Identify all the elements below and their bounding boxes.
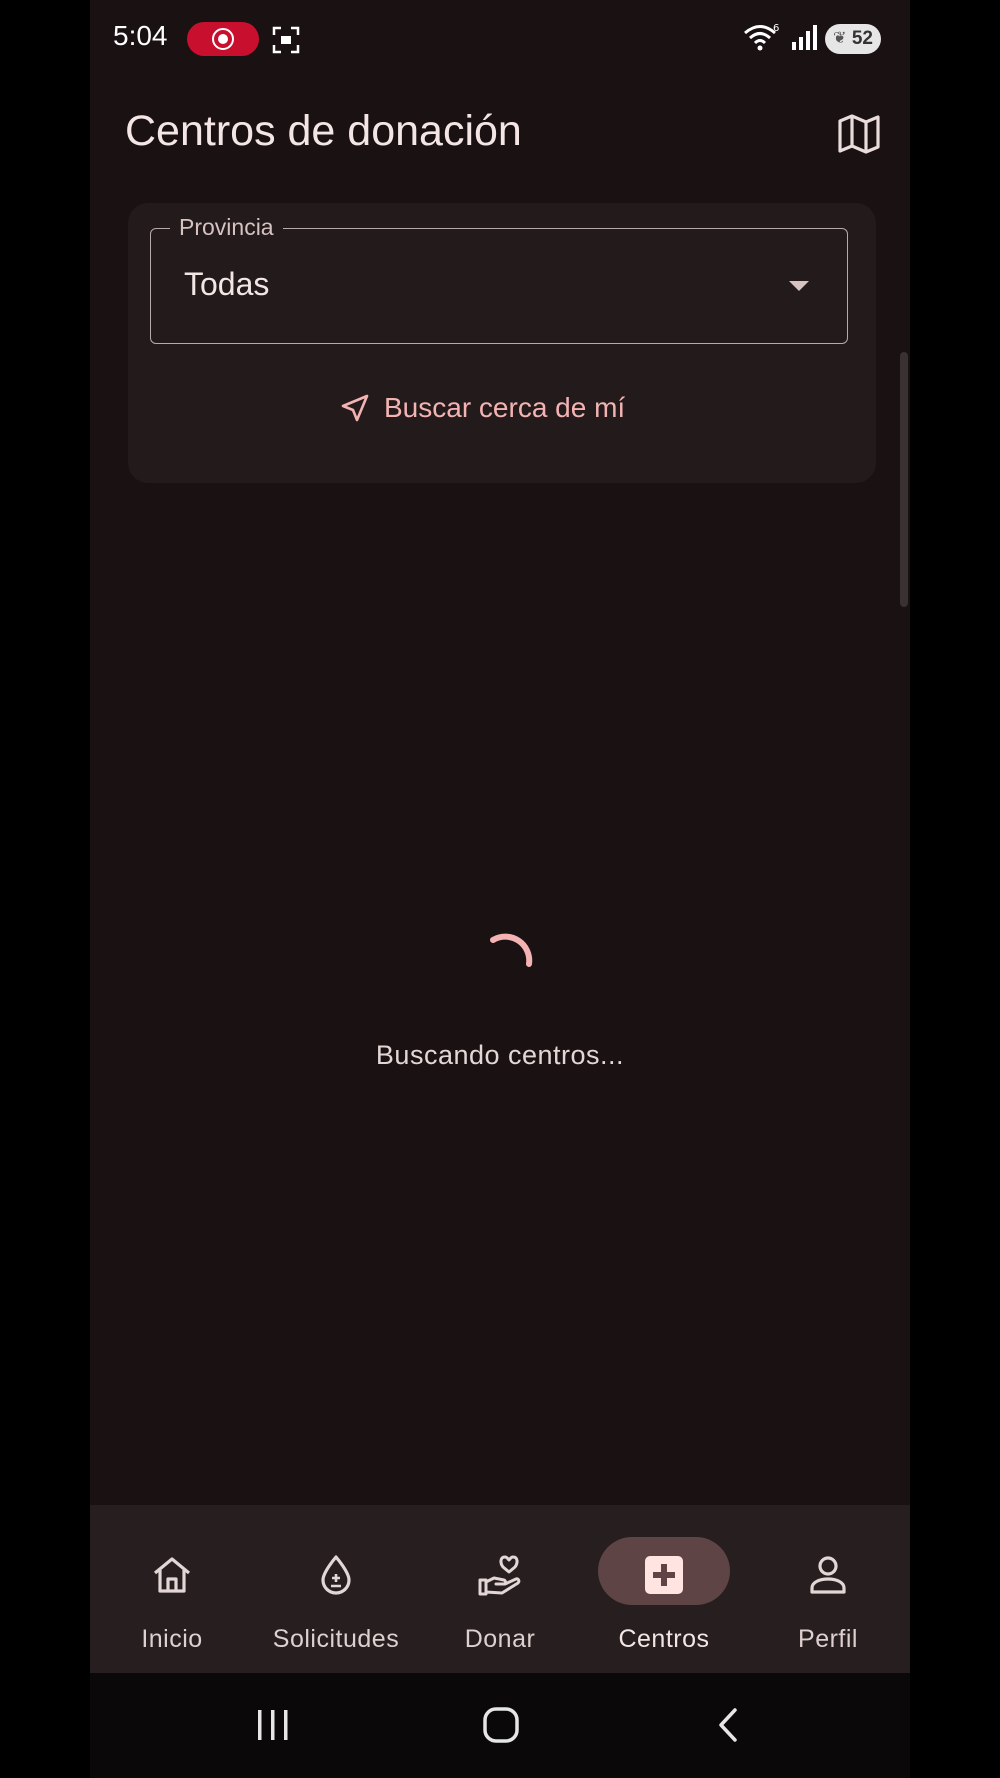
nav-label-perfil: Perfil [798,1625,858,1653]
svg-text:6: 6 [773,23,779,34]
status-time: 5:04 [113,20,168,51]
system-navigation-bar [90,1673,910,1778]
nav-item-perfil[interactable]: Perfil [746,1505,910,1673]
donate-hand-icon [468,1543,532,1607]
dropdown-arrow-icon[interactable] [789,281,809,291]
nav-item-inicio[interactable]: Inicio [90,1505,254,1673]
search-near-me-label: Buscar cerca de mí [384,392,626,423]
search-near-me-button[interactable]: Buscar cerca de mí [340,384,690,432]
nav-label-donar: Donar [464,1625,536,1653]
nav-label-centros: Centros [618,1625,710,1653]
home-icon [140,1543,204,1607]
province-value: Todas [184,266,270,302]
bottom-navigation: Inicio Solicitudes Donar Centros Perfil [90,1505,910,1673]
back-button-icon[interactable] [711,1707,747,1743]
page-title: Centros de donación [125,107,522,155]
nav-label-inicio: Inicio [141,1625,203,1653]
blood-drop-icon [304,1543,368,1607]
wifi-icon: 6 [744,23,779,51]
battery-saver-icon: ❦ [833,30,847,47]
navigation-arrow-icon [341,394,369,422]
person-icon [796,1543,860,1607]
recent-apps-icon[interactable] [253,1707,293,1743]
signal-icon [792,25,817,50]
loading-spinner-icon [490,933,533,967]
nav-label-solicitudes: Solicitudes [272,1625,400,1653]
screenshot-icon [272,26,300,54]
screen-record-indicator[interactable] [187,22,259,56]
province-label: Provincia [170,214,283,241]
map-icon[interactable] [837,112,881,156]
battery-level: 52 [851,28,873,49]
nav-item-donar[interactable]: Donar [418,1505,582,1673]
status-bar: 5:04 6 ❦ 52 [90,0,910,78]
battery-indicator: ❦ 52 [825,24,881,54]
nav-item-centros[interactable]: Centros [582,1505,746,1673]
phone-screen: 5:04 6 ❦ 52 Centros de donación Provinci… [90,0,910,1778]
home-button-icon[interactable] [481,1707,521,1743]
nav-item-solicitudes[interactable]: Solicitudes [254,1505,418,1673]
loading-text: Buscando centros... [375,1040,625,1070]
record-dot-icon [218,34,228,44]
medical-cross-icon [632,1543,696,1607]
scrollbar[interactable] [900,352,908,607]
